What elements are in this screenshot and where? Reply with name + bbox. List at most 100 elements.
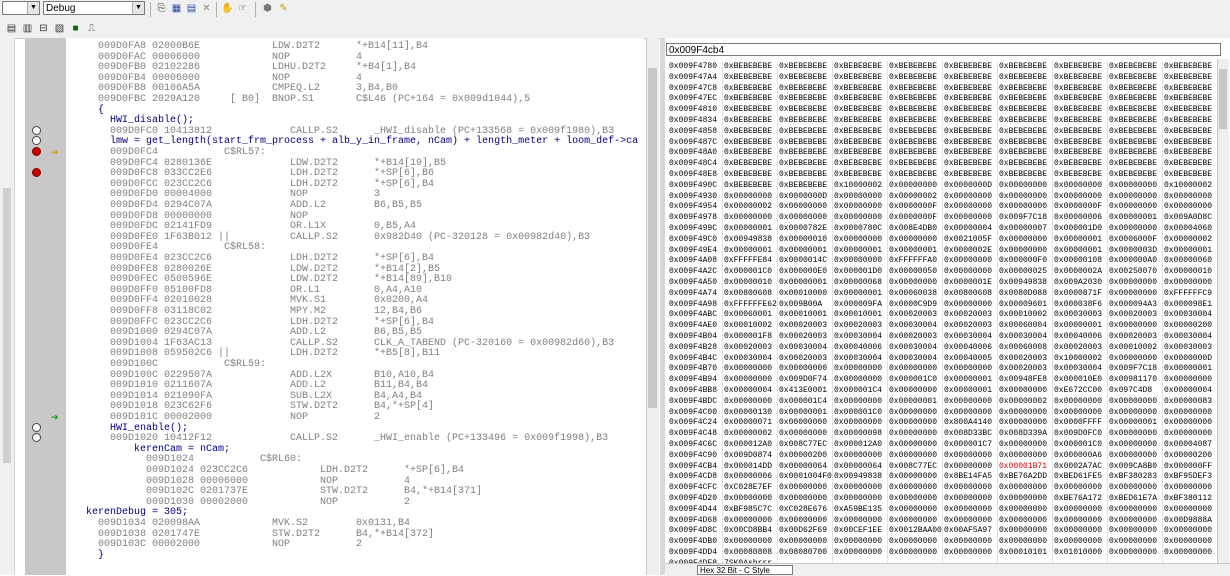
memory-value-cell[interactable]: 0xBEBEBEBE	[1107, 82, 1162, 94]
memory-value-cell[interactable]: 0xBEBEBEBE	[777, 93, 832, 105]
disassembly-line[interactable]: 009D100C 0229507A ADD.L2X B10,A10,B4	[110, 370, 434, 381]
memory-value-cell[interactable]: 0x00030004	[777, 341, 832, 353]
memory-value-cell[interactable]: 0x00000000	[942, 406, 997, 418]
memory-value-cell[interactable]: 0x00000000	[1162, 201, 1217, 213]
memory-value-cell[interactable]: 0x00030004	[1052, 363, 1107, 375]
memory-value-cell[interactable]: 0x00000060	[1162, 255, 1217, 267]
memory-value-cell[interactable]: 0xBEBEBEBE	[722, 82, 777, 94]
disassembly-line[interactable]: 009D100C C$RL59:	[110, 359, 266, 370]
memory-value-cell[interactable]: 0xBEBEBEBE	[1107, 169, 1162, 180]
memory-value-cell[interactable]: 0x413E0001	[777, 385, 832, 396]
memory-value-cell[interactable]: 0x008D33BC	[942, 428, 997, 440]
disassembly-line[interactable]: 009D1010 0211607A ADD.L2 B11,B4,B4	[110, 380, 428, 391]
memory-value-cell[interactable]: 0xBEBEBEBE	[887, 115, 942, 126]
memory-value-cell[interactable]: 0x00020003	[942, 309, 997, 321]
memory-value-cell[interactable]: 0x00000000	[722, 212, 777, 224]
memory-value-cell[interactable]: 0x00030004	[997, 331, 1052, 342]
memory-value-cell[interactable]: 0x0002A7AC	[1052, 460, 1107, 472]
memory-value-cell[interactable]: 0xBEBEBEBE	[832, 71, 887, 83]
memory-value-cell[interactable]: 0x00040006	[942, 341, 997, 353]
memory-value-cell[interactable]: 0x000000A0	[1107, 255, 1162, 267]
memory-value-cell[interactable]: 0xBEBEBEBE	[1107, 93, 1162, 105]
memory-value-cell[interactable]: 0xBEBEBEBE	[942, 93, 997, 105]
memory-value-cell[interactable]: 0xBEBEBEBE	[777, 147, 832, 159]
memory-value-cell[interactable]: 0x009D0F74	[777, 374, 832, 386]
memory-value-cell[interactable]: 0xBEBEBEBE	[777, 71, 832, 83]
disassembly-line[interactable]: 009D1028 00006000 NOP 4	[146, 476, 410, 487]
memory-value-cell[interactable]: 0x00004060	[1162, 223, 1217, 234]
memory-value-cell[interactable]: 0x00000002	[722, 428, 777, 440]
memory-value-cell[interactable]: 0xBEBEBEBE	[997, 82, 1052, 94]
memory-value-cell[interactable]: 0xBEBEBEBE	[722, 104, 777, 116]
build-config-combo[interactable]: Debug ▼	[43, 1, 145, 15]
memory-value-cell[interactable]: 0x00000000	[1162, 525, 1217, 537]
memory-value-cell[interactable]: 0x00000000	[887, 482, 942, 494]
memory-value-cell[interactable]: 0xBEBEBEBE	[832, 147, 887, 159]
memory-value-cell[interactable]: 0xBEBEBEBE	[722, 158, 777, 170]
memory-value-cell[interactable]: 0x00030004	[722, 352, 777, 364]
project-combo[interactable]: ▼	[2, 1, 40, 15]
memory-value-cell[interactable]: 0x00000000	[942, 536, 997, 548]
memory-value-cell[interactable]: 0x00020003	[777, 331, 832, 342]
memory-value-cell[interactable]: 0x00000000	[997, 493, 1052, 504]
memory-value-cell[interactable]: 0x00000001	[1052, 244, 1107, 256]
memory-value-cell[interactable]: 0x00000000	[887, 233, 942, 245]
view-graph-icon[interactable]: ⎍	[85, 22, 98, 35]
memory-value-cell[interactable]: 0x00000000	[832, 482, 887, 494]
memory-value-cell[interactable]: 0x008C77EC	[887, 460, 942, 472]
memory-value-cell[interactable]: 0x00000000	[942, 212, 997, 224]
memory-value-cell[interactable]: 0xBF985C7C	[722, 503, 777, 515]
disassembly-line[interactable]: 009D0FF8 03118C02 MPY.M2 12,B4,B6	[110, 306, 422, 317]
memory-value-cell[interactable]: 0xBEBEBEBE	[1107, 147, 1162, 159]
memory-value-cell[interactable]: 0xBEBEBEBE	[1162, 82, 1217, 94]
memory-value-cell[interactable]: 0x0000000D	[1162, 352, 1217, 364]
disassembly-line[interactable]: 009D0FFC 023CC2C6 LDH.D2T2 *+SP[6],B4	[110, 317, 434, 328]
memory-value-cell[interactable]: 0x00000000	[1107, 536, 1162, 548]
view-memory-icon[interactable]: ▧	[53, 22, 66, 35]
memory-value-cell[interactable]: 0x00000000	[887, 471, 942, 483]
memory-value-cell[interactable]: 0x00030003	[1162, 341, 1217, 353]
memory-value-cell[interactable]: 0x00060004	[997, 320, 1052, 332]
memory-value-cell[interactable]: 0x0000871F	[1052, 287, 1107, 299]
memory-value-cell[interactable]: 0x08080700	[777, 547, 832, 558]
memory-value-cell[interactable]: 0xBEBEBEBE	[832, 115, 887, 126]
memory-value-cell[interactable]: 0x00000001	[1162, 363, 1217, 375]
memory-value-cell[interactable]: 0x00000000	[722, 536, 777, 548]
memory-value-cell[interactable]: 0x00000000	[832, 374, 887, 386]
memory-value-cell[interactable]: 0x00000007	[997, 223, 1052, 234]
memory-value-cell[interactable]: 0x00000000	[997, 406, 1052, 418]
memory-value-cell[interactable]: 0x00000000	[887, 536, 942, 548]
memory-value-cell[interactable]: 0xBEBEBEBE	[1107, 136, 1162, 148]
disassembly-line[interactable]: 009D0FB8 00106A5A CMPEQ.L2 3,B4,B0	[98, 83, 398, 94]
memory-value-cell[interactable]: 0xBEBEBEBE	[777, 169, 832, 180]
memory-value-cell[interactable]: 0x00000001	[1107, 417, 1162, 429]
memory-value-cell[interactable]: 0xBEBEBEBE	[832, 104, 887, 116]
memory-value-cell[interactable]: 0xBEBEBEBE	[997, 125, 1052, 137]
memory-value-cell[interactable]: 0xBF380283	[1107, 471, 1162, 483]
memory-value-cell[interactable]: 0xBF95DEF3	[1162, 471, 1217, 483]
memory-value-cell[interactable]: 0xBEBEBEBE	[1162, 71, 1217, 83]
memory-value-cell[interactable]: 0x00000000	[997, 514, 1052, 526]
memory-value-cell[interactable]: 0x000001C4	[832, 385, 887, 396]
memory-value-cell[interactable]: 0x00000000	[1107, 277, 1162, 288]
memory-value-cell[interactable]: 0x00060038	[887, 287, 942, 299]
memory-value-cell[interactable]: 0x00000000	[1107, 547, 1162, 558]
memory-value-cell[interactable]: 0x00000000	[942, 547, 997, 558]
breakpoint-disabled-icon[interactable]	[32, 422, 41, 432]
disassembly-line[interactable]: 009D0FE4 023CC2C6 LDH.D2T2 *+SP[6],B4	[110, 253, 434, 264]
memory-value-cell[interactable]: 0xBEBEBEBE	[1052, 115, 1107, 126]
source-line[interactable]: HWI_disable();	[110, 115, 194, 126]
memory-value-cell[interactable]: 0xBEBEBEBE	[997, 169, 1052, 180]
memory-value-cell[interactable]: 0x00000000	[777, 417, 832, 429]
memory-value-cell[interactable]: 0x000001C0	[832, 406, 887, 418]
memory-value-cell[interactable]: 0x00000000	[777, 514, 832, 526]
disassembly-line[interactable]: 009D0FD4 0294C07A ADD.L2 B6,B5,B5	[110, 200, 422, 211]
view-mixed-icon[interactable]: ⊟	[37, 22, 50, 35]
breakpoint-icon[interactable]	[32, 147, 41, 156]
memory-value-cell[interactable]: 0x0000000F	[1052, 201, 1107, 213]
memory-value-cell[interactable]: 0x00000000	[832, 449, 887, 461]
memory-value-cell[interactable]: 0x00000000	[997, 439, 1052, 450]
memory-value-cell[interactable]: 0x00000001	[777, 244, 832, 256]
memory-value-cell[interactable]: 0x00000000	[942, 190, 997, 202]
memory-value-cell[interactable]: 0x00030004	[887, 341, 942, 353]
